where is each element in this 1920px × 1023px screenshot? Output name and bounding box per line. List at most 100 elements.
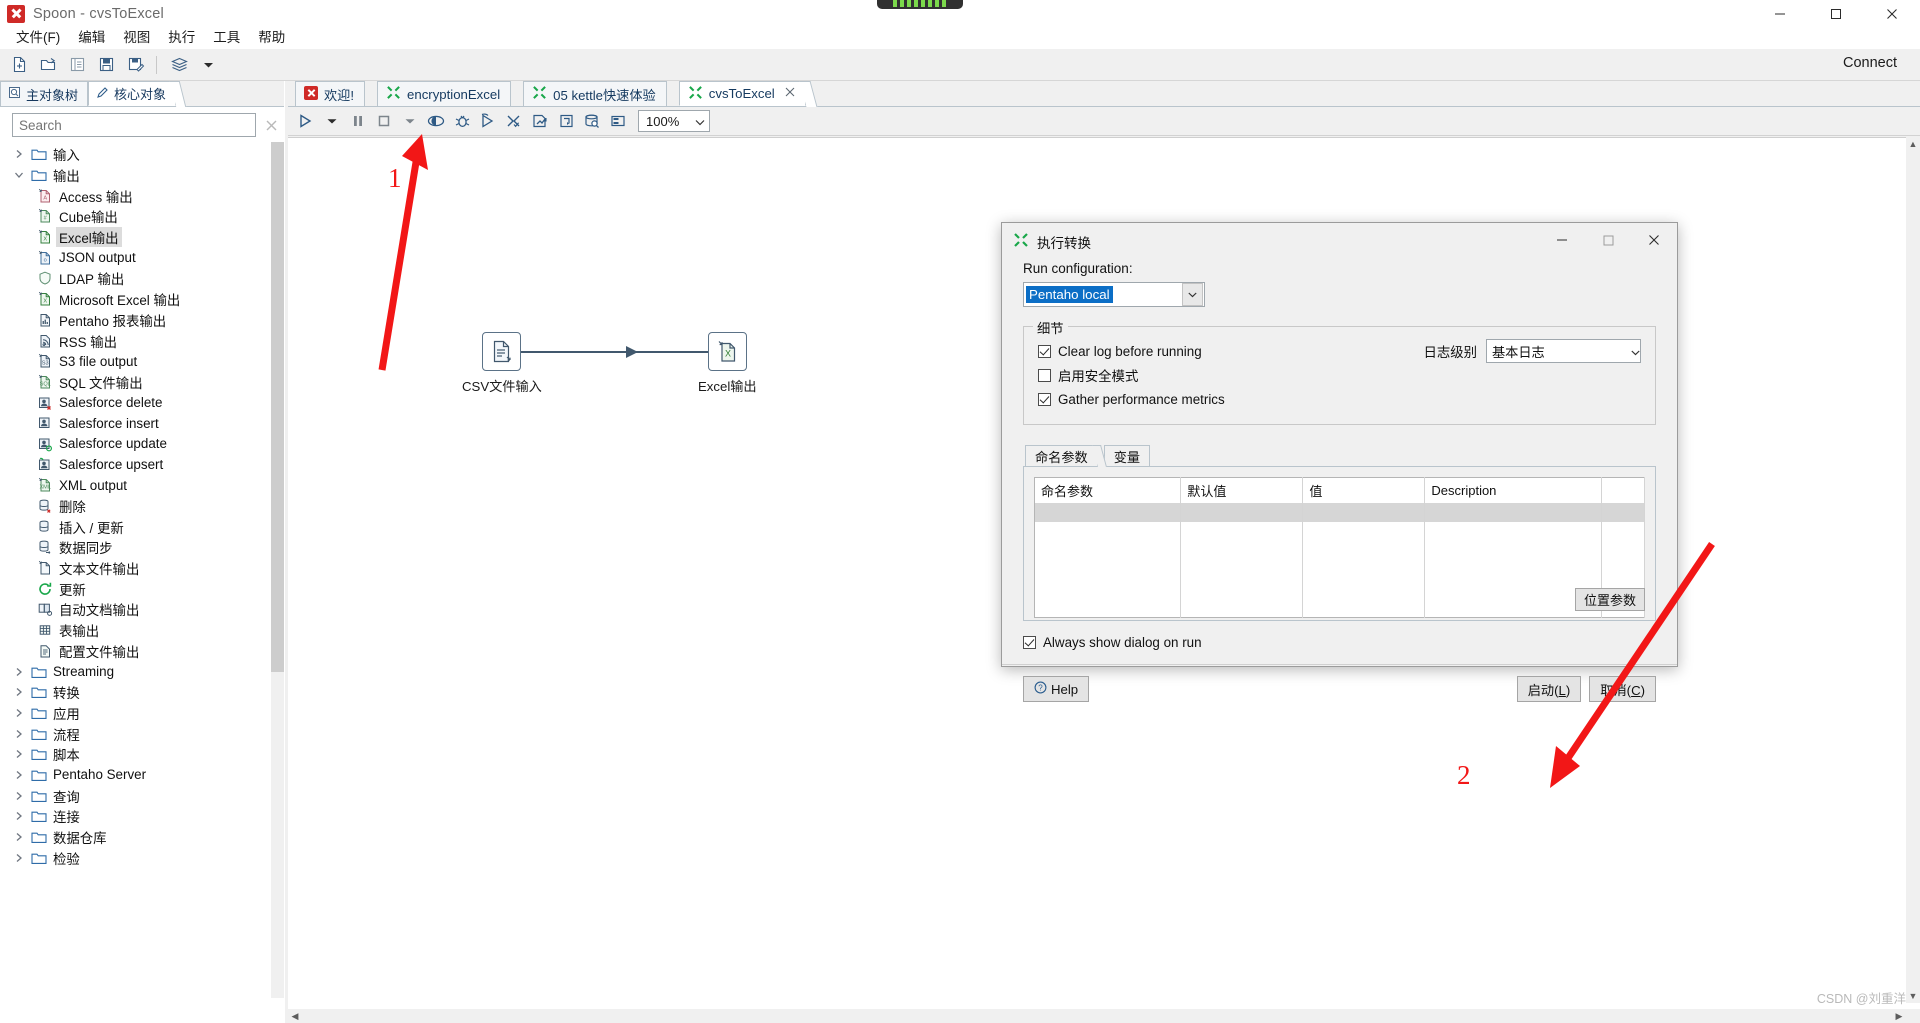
chevron-right-icon[interactable] (10, 149, 28, 159)
log-level-combo[interactable]: 基本日志 (1486, 339, 1641, 363)
table-row[interactable] (1034, 560, 1645, 579)
step-node-csv-input[interactable]: CSV文件输入 (462, 332, 542, 395)
tree-folder[interactable]: 查询 (0, 785, 288, 806)
tab-named-parameters[interactable]: 命名参数 (1025, 445, 1107, 467)
tree-item[interactable]: o JSON output (0, 247, 288, 268)
dialog-minimize-button[interactable] (1539, 223, 1585, 257)
chevron-right-icon[interactable] (10, 811, 28, 821)
stop-icon[interactable] (372, 109, 396, 134)
table-cell[interactable] (1424, 522, 1603, 541)
chevron-down-icon[interactable] (195, 52, 222, 78)
connect-link[interactable]: Connect (1843, 55, 1897, 71)
launch-button[interactable]: 启动(L) (1516, 676, 1582, 702)
close-icon[interactable] (785, 87, 795, 100)
table-row[interactable] (1034, 503, 1645, 522)
table-cell[interactable] (1302, 598, 1426, 617)
run-options-chevron-icon[interactable] (320, 109, 344, 134)
table-cell[interactable] (1180, 579, 1304, 598)
table-cell[interactable] (1034, 522, 1182, 541)
tree-folder[interactable]: 转换 (0, 682, 288, 703)
table-cell[interactable] (1601, 541, 1645, 560)
help-button[interactable]: ? Help (1023, 676, 1090, 702)
tree-scrollbar[interactable] (271, 142, 284, 998)
tree-item[interactable]: X Excel输出 (0, 227, 288, 248)
tree-folder[interactable]: 流程 (0, 723, 288, 744)
table-cell[interactable] (1034, 560, 1182, 579)
table-cell[interactable] (1034, 579, 1182, 598)
chevron-right-icon[interactable] (10, 770, 28, 780)
tree-item[interactable]: 删除 (0, 496, 288, 517)
table-row[interactable] (1034, 579, 1645, 598)
tree-item[interactable]: X Microsoft Excel 输出 (0, 289, 288, 310)
scroll-up-arrow-icon[interactable]: ▲ (1906, 137, 1920, 151)
chevron-right-icon[interactable] (10, 687, 28, 697)
chevron-right-icon[interactable] (10, 749, 28, 759)
tree-item[interactable]: 配置文件输出 (0, 641, 288, 662)
tree-item[interactable]: 插入 / 更新 (0, 516, 288, 537)
table-column-header[interactable]: 默认值 (1180, 477, 1304, 503)
chevron-right-icon[interactable] (10, 667, 28, 677)
position-parameters-button[interactable]: 位置参数 (1574, 588, 1645, 611)
safe-mode-row[interactable]: 启用安全模式 (1038, 363, 1641, 387)
tree-item[interactable]: Salesforce upsert (0, 454, 288, 475)
tree-item[interactable]: Pentaho 报表输出 (0, 310, 288, 331)
table-row[interactable] (1034, 522, 1645, 541)
zoom-level-combo[interactable]: 100% (638, 110, 710, 132)
tab-variables[interactable]: 变量 (1103, 445, 1151, 466)
tree-folder[interactable]: 数据仓库 (0, 827, 288, 848)
verify-icon[interactable] (502, 109, 526, 134)
run-icon[interactable] (294, 109, 318, 134)
step-node-excel-output[interactable]: X Excel输出 (698, 332, 757, 395)
tree-item[interactable]: # Cube输出 (0, 206, 288, 227)
tree-scrollbar-thumb[interactable] (271, 142, 284, 672)
table-cell[interactable] (1424, 560, 1603, 579)
table-cell[interactable] (1601, 522, 1645, 541)
table-cell[interactable] (1034, 503, 1182, 522)
tree-folder[interactable]: Streaming (0, 661, 288, 682)
chevron-right-icon[interactable] (10, 832, 28, 842)
table-cell[interactable] (1180, 541, 1304, 560)
preview-icon[interactable] (424, 109, 448, 134)
tree-folder[interactable]: 脚本 (0, 744, 288, 765)
tree-item[interactable]: Salesforce insert (0, 413, 288, 434)
scroll-down-arrow-icon[interactable]: ▼ (1906, 989, 1920, 1003)
tree-folder[interactable]: 应用 (0, 703, 288, 724)
cancel-button[interactable]: 取消(C) (1589, 676, 1656, 702)
table-cell[interactable] (1302, 522, 1426, 541)
tab-main-object-tree[interactable]: 主对象树 (0, 81, 89, 106)
tree-item[interactable]: Salesforce update (0, 434, 288, 455)
tree-item[interactable]: XML XML output (0, 475, 288, 496)
always-show-dialog-row[interactable]: Always show dialog on run (1023, 635, 1656, 650)
tree-item[interactable]: 文本文件输出 (0, 558, 288, 579)
clear-log-checkbox[interactable] (1038, 344, 1051, 358)
table-cell[interactable] (1601, 560, 1645, 579)
database-explore-icon[interactable] (580, 109, 604, 134)
editor-tab-3[interactable]: cvsToExcel (678, 81, 818, 107)
menu-edit[interactable]: 编辑 (70, 24, 113, 48)
always-show-dialog-checkbox[interactable] (1023, 636, 1036, 649)
tree-item[interactable]: 自动文档输出 (0, 599, 288, 620)
table-cell[interactable] (1601, 503, 1645, 522)
tree-folder[interactable]: Pentaho Server (0, 765, 288, 786)
parameters-table[interactable]: 命名参数 默认值值 Description (1034, 477, 1645, 618)
replay-icon[interactable] (476, 109, 500, 134)
menu-view[interactable]: 视图 (115, 24, 158, 48)
tree-item[interactable]: 数据同步 (0, 537, 288, 558)
tree-item[interactable]: 更新 (0, 578, 288, 599)
table-cell[interactable] (1034, 541, 1182, 560)
dialog-maximize-button[interactable] (1585, 223, 1631, 257)
menu-help[interactable]: 帮助 (250, 24, 293, 48)
safe-mode-checkbox[interactable] (1038, 368, 1051, 382)
tree-folder[interactable]: 输入 (0, 144, 288, 165)
editor-tab-2[interactable]: 05 kettle快速体验 (523, 81, 667, 106)
chevron-right-icon[interactable] (10, 729, 28, 739)
tree-folder[interactable]: 检验 (0, 847, 288, 868)
search-input[interactable] (12, 113, 256, 137)
layers-icon[interactable] (166, 52, 193, 78)
scroll-right-arrow-icon[interactable]: ▶ (1892, 1009, 1906, 1023)
chevron-down-icon[interactable] (10, 170, 28, 180)
tab-core-objects[interactable]: 核心对象 (88, 81, 187, 107)
gather-metrics-checkbox[interactable] (1038, 392, 1051, 406)
core-objects-tree[interactable]: 输入 输出 A Access 输出 # Cube输出 X Excel输出 o JSON outpu… (0, 142, 288, 998)
run-configuration-combo[interactable]: Pentaho local (1023, 282, 1205, 307)
